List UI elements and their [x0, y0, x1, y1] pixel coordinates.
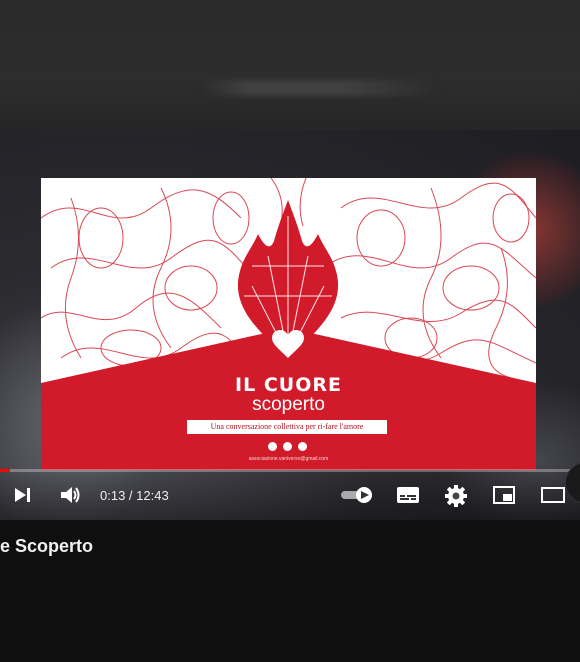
email-icon: [298, 442, 307, 451]
video-title: e Scoperto: [0, 536, 94, 556]
volume-icon: [61, 487, 80, 503]
time-display: 0:13 / 12:43: [100, 488, 169, 503]
video-player[interactable]: IL CUORE scoperto Una conversazione coll…: [0, 130, 580, 520]
poster-email: associazione.vaniverso@gmail.com: [248, 456, 329, 462]
poster-tagline: Una conversazione collettiva per ri-fare…: [187, 420, 387, 434]
miniplayer-icon: [493, 486, 515, 504]
next-video-button[interactable]: [13, 486, 33, 509]
video-frame-poster: IL CUORE scoperto Una conversazione coll…: [41, 178, 536, 470]
progress-bar[interactable]: [0, 469, 580, 472]
subtitles-button[interactable]: [396, 485, 420, 510]
settings-button[interactable]: [444, 484, 468, 513]
page-top-area: [0, 0, 580, 130]
miniplayer-button[interactable]: [492, 485, 516, 510]
blurred-header-text: [200, 80, 440, 96]
autoplay-toggle[interactable]: [340, 486, 374, 509]
theater-mode-icon: [541, 487, 565, 503]
theater-mode-button[interactable]: [540, 486, 566, 509]
poster-social-icons: [268, 442, 307, 451]
instagram-icon: [283, 442, 292, 451]
gear-icon: [445, 485, 467, 507]
poster-subtitle: scoperto: [252, 394, 325, 415]
poster-title: IL CUORE: [235, 374, 342, 396]
progress-bar-played: [0, 469, 10, 472]
mute-button[interactable]: [60, 485, 82, 510]
skip-next-icon: [15, 488, 30, 502]
autoplay-toggle-icon: [341, 487, 372, 503]
subtitles-icon: [397, 487, 419, 503]
facebook-icon: [268, 442, 277, 451]
